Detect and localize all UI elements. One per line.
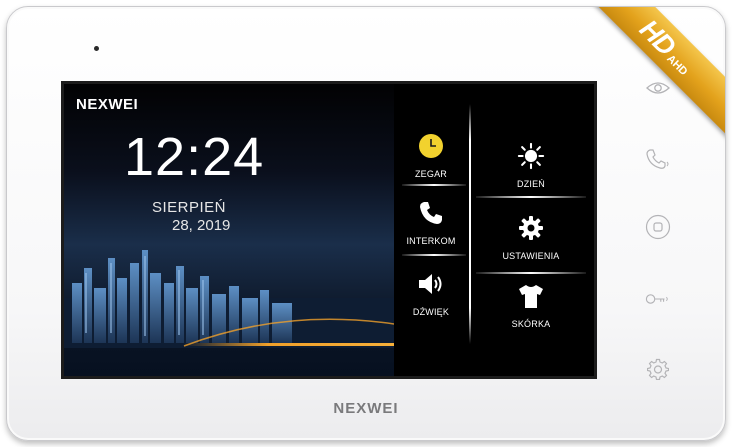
- menu-interkom-label: INTERKOM: [406, 236, 456, 246]
- menu-skorka-label: SKÓRKA: [511, 319, 551, 329]
- hd-ahd-badge: HDAHD: [575, 7, 725, 139]
- home-icon: [645, 214, 671, 240]
- phone-icon: [420, 202, 442, 224]
- gear-icon: [519, 216, 543, 240]
- camera-lens: [94, 46, 99, 51]
- menu-zegar-button[interactable]: ZEGAR: [394, 132, 468, 182]
- city-skyline-image: [64, 250, 394, 348]
- menu-interkom-button[interactable]: INTERKOM: [394, 199, 468, 249]
- device-brand-logo: NEXWEI: [333, 400, 399, 417]
- menu-divider: [402, 254, 466, 256]
- date-month: SIERPIEŃ: [152, 199, 227, 216]
- menu-panel: ZEGAR DZIEŃ INTERKOM USTAWIENIA DŹWIĘK S…: [394, 84, 594, 376]
- home-button[interactable]: [645, 214, 671, 240]
- eye-icon: [646, 82, 670, 94]
- clock-panel: NEXWEI 12:24 SIERPIEŃ 28, 2019: [64, 84, 394, 376]
- call-icon: [646, 149, 669, 169]
- horizon-glow: [184, 343, 394, 346]
- settings-icon: [647, 358, 669, 380]
- menu-skorka-button[interactable]: SKÓRKA: [494, 282, 568, 332]
- settings-button[interactable]: [645, 356, 671, 382]
- clock-icon: [419, 134, 443, 158]
- menu-divider-vertical: [469, 104, 471, 344]
- menu-divider: [476, 272, 586, 274]
- sun-icon: [517, 142, 545, 170]
- key-icon: [645, 294, 668, 304]
- display-screen: NEXWEI 12:24 SIERPIEŃ 28, 2019 ZEGAR DZI…: [61, 81, 597, 379]
- menu-ustawienia-label: USTAWIENIA: [502, 251, 560, 261]
- date-day-year: 28, 2019: [172, 217, 231, 234]
- intercom-monitor: HDAHD NEXWEI 12:24 SIERPIEŃ 28, 2019 ZEG…: [6, 6, 726, 441]
- menu-dzien-button[interactable]: DZIEŃ: [494, 142, 568, 192]
- clock-time: 12:24: [124, 127, 265, 187]
- screen-brand-logo: NEXWEI: [76, 96, 139, 113]
- menu-dzien-label: DZIEŃ: [517, 179, 545, 189]
- menu-divider: [402, 184, 466, 186]
- speaker-icon: [419, 274, 442, 294]
- monitor-button[interactable]: [645, 75, 671, 101]
- menu-zegar-label: ZEGAR: [414, 169, 447, 179]
- unlock-button[interactable]: [645, 286, 671, 312]
- menu-dzwiek-button[interactable]: DŹWIĘK: [394, 270, 468, 320]
- menu-ustawienia-button[interactable]: USTAWIENIA: [494, 214, 568, 264]
- menu-divider: [476, 196, 586, 198]
- call-button[interactable]: [645, 146, 671, 172]
- shirt-icon: [519, 285, 543, 308]
- menu-dzwiek-label: DŹWIĘK: [412, 307, 450, 317]
